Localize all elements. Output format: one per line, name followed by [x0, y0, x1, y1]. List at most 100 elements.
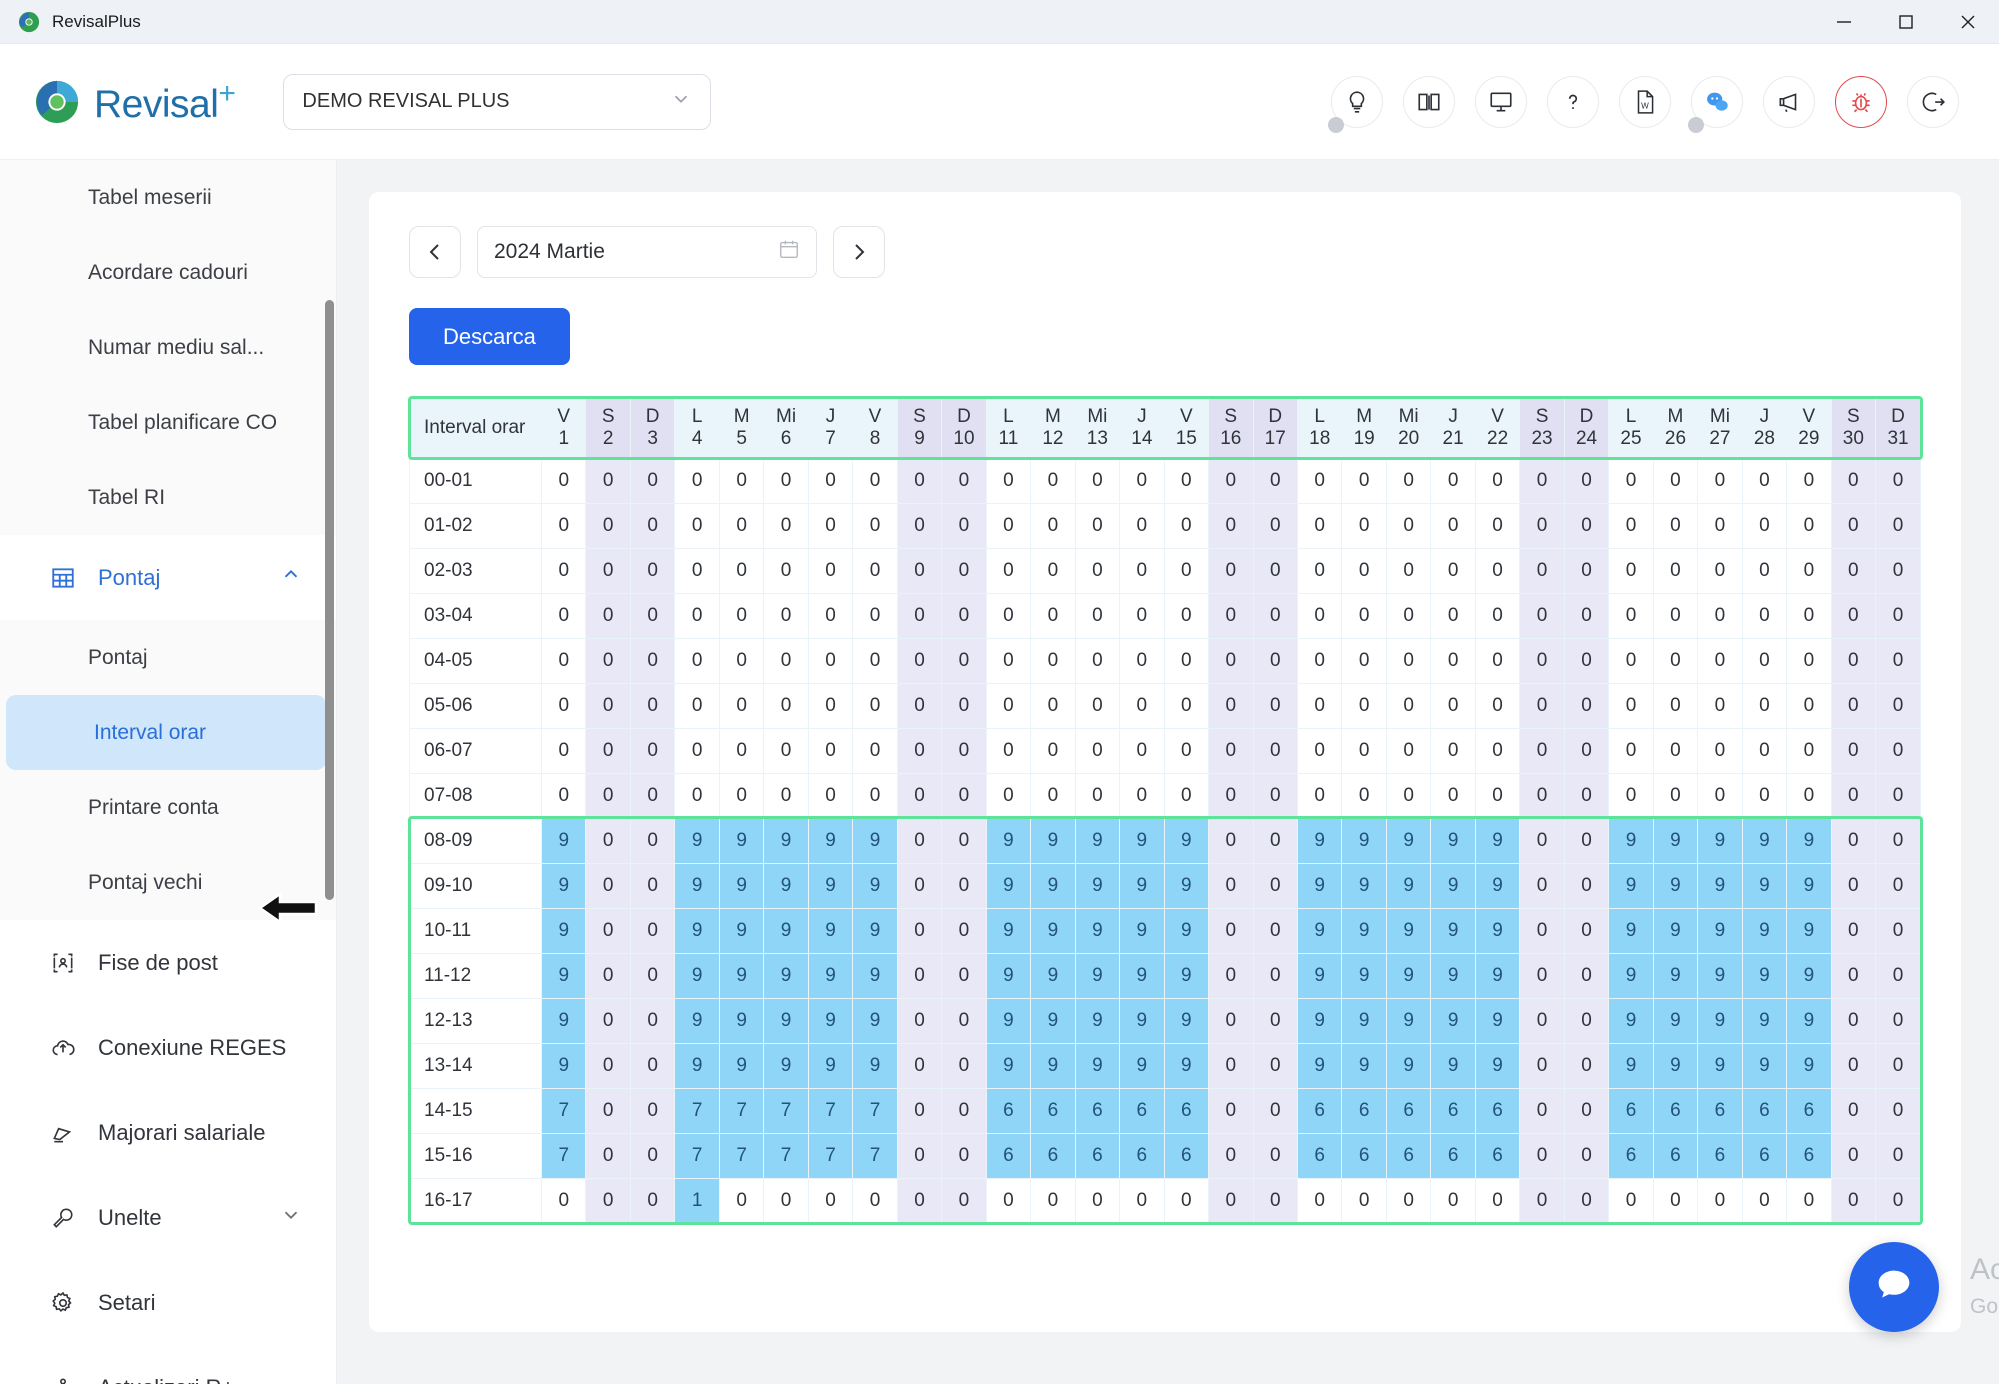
- cell-07-08-day12[interactable]: 0: [1031, 773, 1075, 818]
- cell-04-05-day18[interactable]: 0: [1297, 638, 1341, 683]
- cell-11-12-day12[interactable]: 9: [1031, 953, 1075, 998]
- cell-08-09-day14[interactable]: 9: [1120, 818, 1164, 863]
- cell-01-02-day13[interactable]: 0: [1075, 503, 1119, 548]
- cell-01-02-day1[interactable]: 0: [542, 503, 586, 548]
- cell-13-14-day15[interactable]: 9: [1164, 1043, 1208, 1088]
- cell-00-01-day8[interactable]: 0: [853, 458, 897, 503]
- cell-09-10-day14[interactable]: 9: [1120, 863, 1164, 908]
- cell-01-02-day10[interactable]: 0: [942, 503, 986, 548]
- cell-10-11-day21[interactable]: 9: [1431, 908, 1475, 953]
- cell-01-02-day22[interactable]: 0: [1475, 503, 1519, 548]
- cell-07-08-day4[interactable]: 0: [675, 773, 719, 818]
- cell-13-14-day24[interactable]: 0: [1564, 1043, 1608, 1088]
- megaphone-icon[interactable]: [1763, 76, 1815, 128]
- book-icon[interactable]: [1403, 76, 1455, 128]
- cell-04-05-day27[interactable]: 0: [1698, 638, 1742, 683]
- cell-02-03-day28[interactable]: 0: [1742, 548, 1786, 593]
- cell-14-15-day18[interactable]: 6: [1297, 1088, 1341, 1133]
- cell-02-03-day14[interactable]: 0: [1120, 548, 1164, 593]
- cell-07-08-day30[interactable]: 0: [1831, 773, 1875, 818]
- cell-05-06-day4[interactable]: 0: [675, 683, 719, 728]
- cell-04-05-day22[interactable]: 0: [1475, 638, 1519, 683]
- sidebar-scrollbar[interactable]: [325, 300, 334, 900]
- cell-08-09-day8[interactable]: 9: [853, 818, 897, 863]
- cell-04-05-day23[interactable]: 0: [1520, 638, 1564, 683]
- cell-00-01-day21[interactable]: 0: [1431, 458, 1475, 503]
- cell-05-06-day7[interactable]: 0: [808, 683, 852, 728]
- cell-14-15-day13[interactable]: 6: [1075, 1088, 1119, 1133]
- cell-13-14-day6[interactable]: 9: [764, 1043, 808, 1088]
- cell-16-17-day24[interactable]: 0: [1564, 1178, 1608, 1223]
- cell-16-17-day22[interactable]: 0: [1475, 1178, 1519, 1223]
- cell-15-16-day23[interactable]: 0: [1520, 1133, 1564, 1178]
- cell-16-17-day11[interactable]: 0: [986, 1178, 1030, 1223]
- cell-00-01-day12[interactable]: 0: [1031, 458, 1075, 503]
- cell-10-11-day18[interactable]: 9: [1297, 908, 1341, 953]
- cell-11-12-day10[interactable]: 0: [942, 953, 986, 998]
- cell-05-06-day9[interactable]: 0: [897, 683, 941, 728]
- cell-03-04-day3[interactable]: 0: [630, 593, 674, 638]
- cell-10-11-day7[interactable]: 9: [808, 908, 852, 953]
- cell-01-02-day20[interactable]: 0: [1386, 503, 1430, 548]
- cell-15-16-day28[interactable]: 6: [1742, 1133, 1786, 1178]
- cell-00-01-day17[interactable]: 0: [1253, 458, 1297, 503]
- cell-06-07-day21[interactable]: 0: [1431, 728, 1475, 773]
- cell-06-07-day12[interactable]: 0: [1031, 728, 1075, 773]
- cell-05-06-day15[interactable]: 0: [1164, 683, 1208, 728]
- cell-03-04-day2[interactable]: 0: [586, 593, 630, 638]
- cell-13-14-day27[interactable]: 9: [1698, 1043, 1742, 1088]
- cell-16-17-day1[interactable]: 0: [542, 1178, 586, 1223]
- cell-07-08-day5[interactable]: 0: [719, 773, 763, 818]
- cell-14-15-day14[interactable]: 6: [1120, 1088, 1164, 1133]
- cell-09-10-day7[interactable]: 9: [808, 863, 852, 908]
- cell-15-16-day25[interactable]: 6: [1609, 1133, 1653, 1178]
- cell-04-05-day21[interactable]: 0: [1431, 638, 1475, 683]
- cell-15-16-day4[interactable]: 7: [675, 1133, 719, 1178]
- cell-02-03-day1[interactable]: 0: [542, 548, 586, 593]
- cell-15-16-day13[interactable]: 6: [1075, 1133, 1119, 1178]
- cell-00-01-day3[interactable]: 0: [630, 458, 674, 503]
- cell-14-15-day22[interactable]: 6: [1475, 1088, 1519, 1133]
- cell-16-17-day28[interactable]: 0: [1742, 1178, 1786, 1223]
- cell-04-05-day29[interactable]: 0: [1787, 638, 1831, 683]
- cell-07-08-day7[interactable]: 0: [808, 773, 852, 818]
- close-button[interactable]: [1937, 0, 1999, 44]
- cell-11-12-day22[interactable]: 9: [1475, 953, 1519, 998]
- cell-02-03-day26[interactable]: 0: [1653, 548, 1697, 593]
- sidebar-item-interval-orar[interactable]: Interval orar: [6, 695, 326, 770]
- cell-13-14-day4[interactable]: 9: [675, 1043, 719, 1088]
- cell-10-11-day24[interactable]: 0: [1564, 908, 1608, 953]
- cell-00-01-day23[interactable]: 0: [1520, 458, 1564, 503]
- cell-08-09-day16[interactable]: 0: [1209, 818, 1253, 863]
- cell-08-09-day5[interactable]: 9: [719, 818, 763, 863]
- cell-04-05-day10[interactable]: 0: [942, 638, 986, 683]
- cell-05-06-day26[interactable]: 0: [1653, 683, 1697, 728]
- cell-00-01-day26[interactable]: 0: [1653, 458, 1697, 503]
- cell-05-06-day18[interactable]: 0: [1297, 683, 1341, 728]
- cell-02-03-day20[interactable]: 0: [1386, 548, 1430, 593]
- cell-14-15-day2[interactable]: 0: [586, 1088, 630, 1133]
- cell-03-04-day20[interactable]: 0: [1386, 593, 1430, 638]
- cell-16-17-day12[interactable]: 0: [1031, 1178, 1075, 1223]
- cell-00-01-day14[interactable]: 0: [1120, 458, 1164, 503]
- cell-10-11-day15[interactable]: 9: [1164, 908, 1208, 953]
- cell-10-11-day30[interactable]: 0: [1831, 908, 1875, 953]
- cell-13-14-day28[interactable]: 9: [1742, 1043, 1786, 1088]
- cell-10-11-day22[interactable]: 9: [1475, 908, 1519, 953]
- cell-08-09-day9[interactable]: 0: [897, 818, 941, 863]
- cell-01-02-day27[interactable]: 0: [1698, 503, 1742, 548]
- cell-05-06-day28[interactable]: 0: [1742, 683, 1786, 728]
- cell-02-03-day19[interactable]: 0: [1342, 548, 1386, 593]
- sidebar-item-tabel-ri[interactable]: Tabel RI: [0, 460, 336, 535]
- cell-07-08-day17[interactable]: 0: [1253, 773, 1297, 818]
- cell-11-12-day29[interactable]: 9: [1787, 953, 1831, 998]
- cell-01-02-day14[interactable]: 0: [1120, 503, 1164, 548]
- cell-14-15-day5[interactable]: 7: [719, 1088, 763, 1133]
- cell-16-17-day27[interactable]: 0: [1698, 1178, 1742, 1223]
- cell-02-03-day6[interactable]: 0: [764, 548, 808, 593]
- cell-09-10-day18[interactable]: 9: [1297, 863, 1341, 908]
- cell-12-13-day12[interactable]: 9: [1031, 998, 1075, 1043]
- cell-12-13-day21[interactable]: 9: [1431, 998, 1475, 1043]
- cell-16-17-day16[interactable]: 0: [1209, 1178, 1253, 1223]
- cell-02-03-day27[interactable]: 0: [1698, 548, 1742, 593]
